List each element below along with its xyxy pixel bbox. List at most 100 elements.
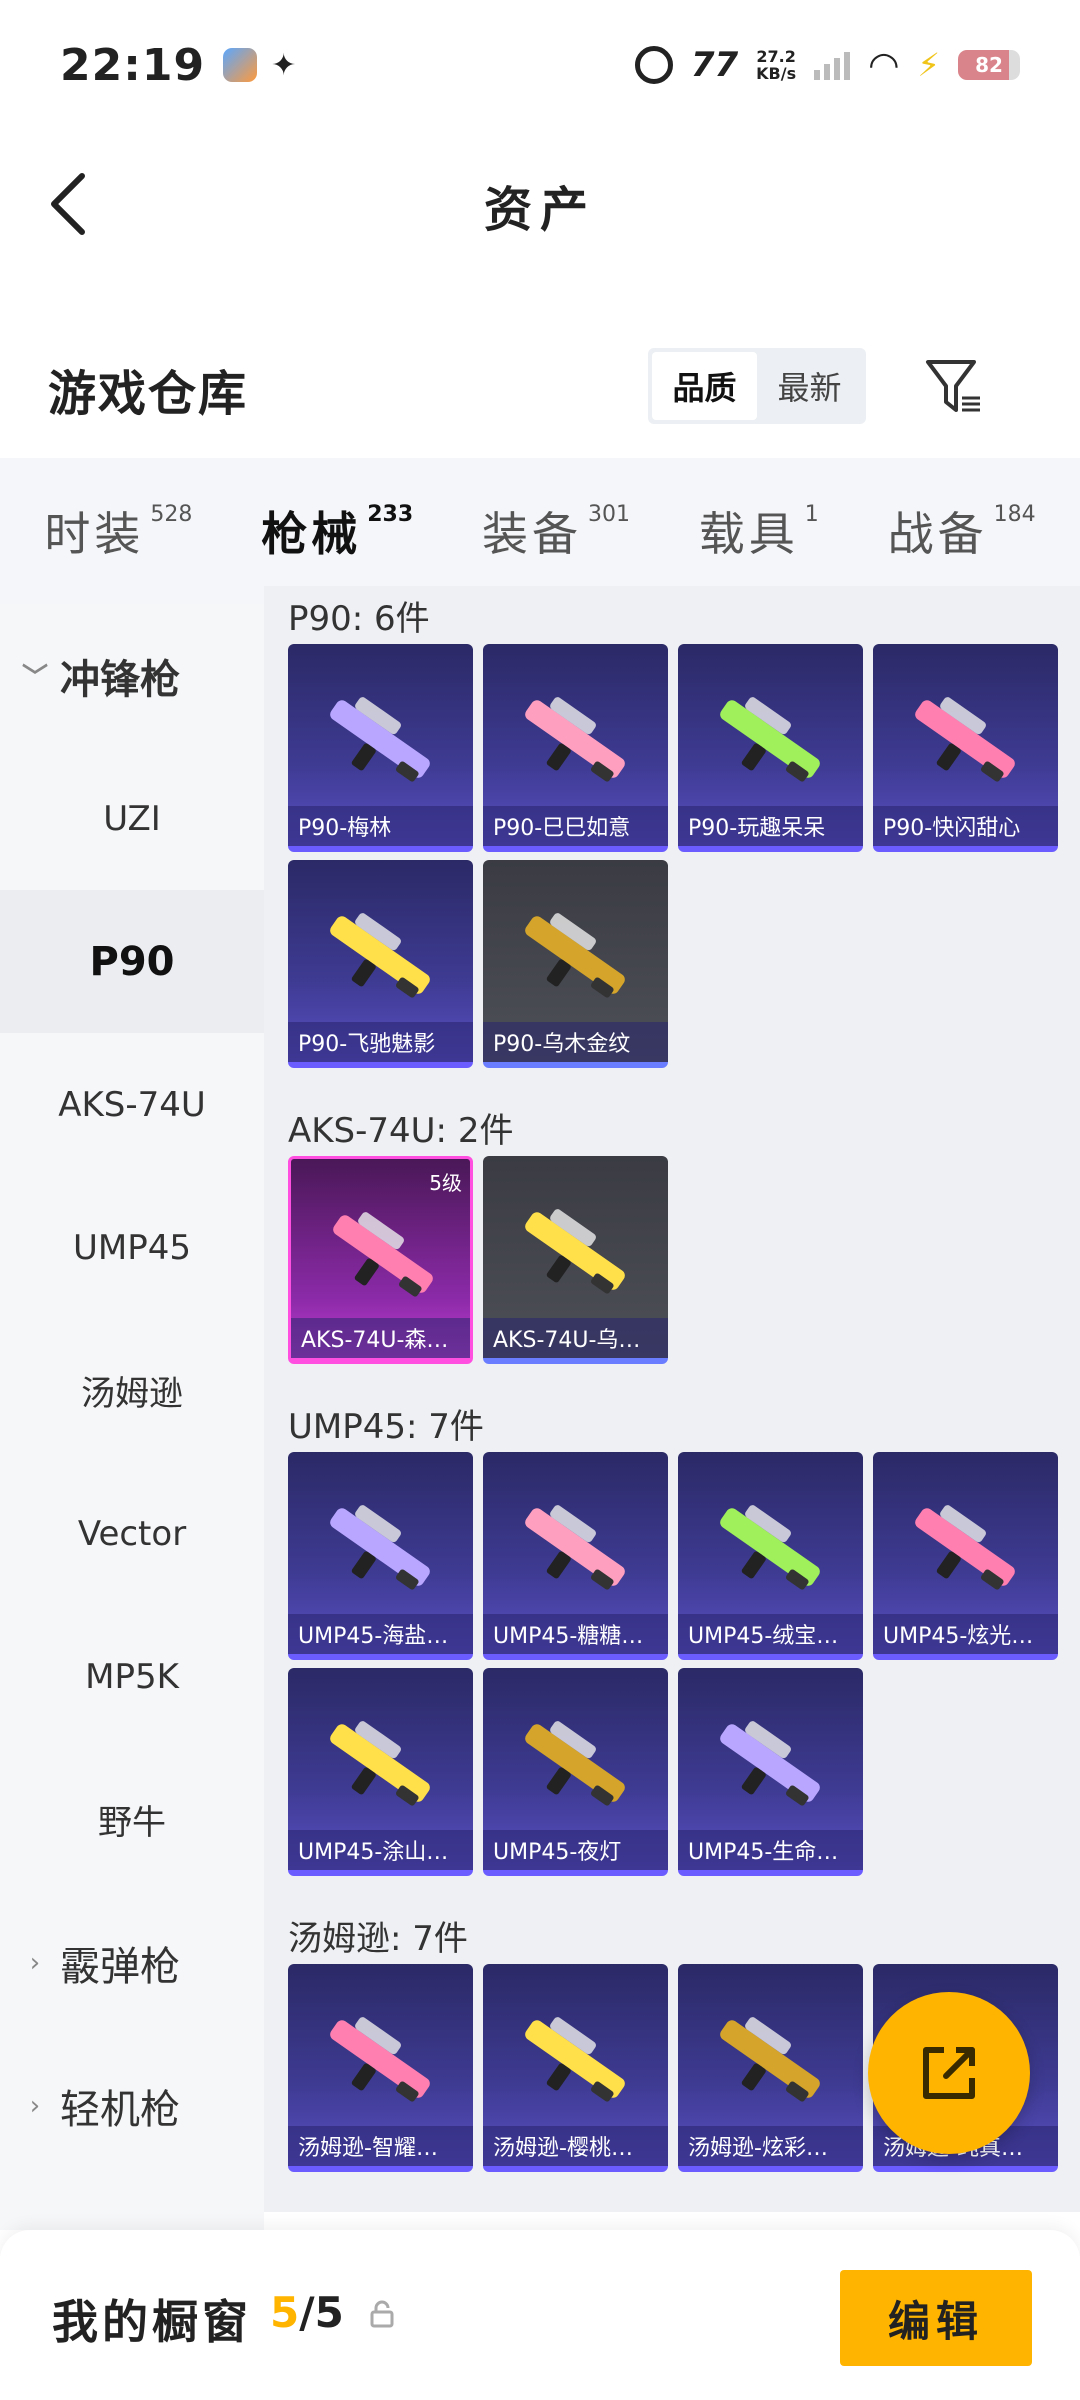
skin-card[interactable]: P90-巳巳如意: [483, 644, 668, 852]
skin-name: AKS-74U-森…: [291, 1318, 470, 1358]
tab-count: 1: [804, 502, 819, 527]
skin-card[interactable]: 汤姆逊-炫彩…: [678, 1964, 863, 2172]
tab-supplies[interactable]: 战备 184: [888, 498, 1036, 564]
external-link-icon: [923, 2047, 975, 2099]
skin-name: P90-巳巳如意: [483, 806, 668, 846]
gun-skin-icon: [720, 1721, 820, 1806]
speed-unit: KB/s: [756, 64, 797, 83]
skin-name: 汤姆逊-樱桃…: [483, 2126, 668, 2166]
sidebar-item-mp5k[interactable]: MP5K: [0, 1605, 264, 1748]
skin-card[interactable]: P90-梅林: [288, 644, 473, 852]
gun-skin-icon: [720, 1505, 820, 1590]
sidebar-group-label: 冲锋枪: [60, 656, 180, 703]
status-bar: 22:19 ✦ 77 27.2 KB/s ◠ ⚡ 82: [0, 0, 1080, 130]
skin-name: UMP45-绒宝…: [678, 1614, 863, 1654]
skin-card[interactable]: UMP45-夜灯: [483, 1668, 668, 1876]
wifi-icon: ◠: [868, 44, 900, 86]
gun-skin-icon: [915, 1505, 1015, 1590]
sort-toggle: 品质 最新: [648, 348, 866, 424]
tab-count: 528: [150, 502, 193, 527]
tab-count: 233: [367, 502, 414, 527]
page-title: 资产: [483, 182, 596, 238]
skin-card[interactable]: UMP45-糖糖…: [483, 1452, 668, 1660]
skin-name: UMP45-涂山…: [288, 1830, 473, 1870]
sidebar-group-lmg[interactable]: › 轻机枪: [0, 2034, 264, 2177]
skin-card[interactable]: UMP45-炫光…: [873, 1452, 1058, 1660]
tab-vehicles[interactable]: 载具 1: [699, 498, 819, 564]
tab-count: 301: [587, 502, 630, 527]
sidebar-item-vector[interactable]: Vector: [0, 1462, 264, 1605]
gun-skin-icon: [330, 697, 430, 782]
skin-card[interactable]: 汤姆逊-樱桃…: [483, 1964, 668, 2172]
gun-skin-icon: [525, 913, 625, 998]
skin-card[interactable]: P90-飞驰魅影: [288, 860, 473, 1068]
tab-equipment[interactable]: 装备 301: [482, 498, 630, 564]
skin-card[interactable]: 汤姆逊-智耀…: [288, 1964, 473, 2172]
tab-fashion[interactable]: 时装 528: [44, 498, 192, 564]
sidebar-item-uzi[interactable]: UZI: [0, 747, 264, 890]
skin-name: P90-梅林: [288, 806, 473, 846]
skin-card[interactable]: P90-快闪甜心: [873, 644, 1058, 852]
page-header: 资产: [0, 130, 1080, 280]
sidebar-item-p90[interactable]: P90: [0, 890, 264, 1033]
showcase-count: 5/5: [270, 2288, 344, 2337]
sidebar-item-aks74u[interactable]: AKS-74U: [0, 1033, 264, 1176]
skin-name: UMP45-炫光…: [873, 1614, 1058, 1654]
skin-card[interactable]: P90-玩趣呆呆: [678, 644, 863, 852]
signal-icon: [814, 50, 851, 80]
sidebar-item-thompson[interactable]: 汤姆逊: [0, 1319, 264, 1462]
category-tabs: 时装 528 枪械 233 装备 301 载具 1 战备 184: [0, 458, 1080, 604]
skin-card[interactable]: UMP45-绒宝…: [678, 1452, 863, 1660]
battery-icon: 82: [958, 50, 1020, 80]
skin-card[interactable]: UMP45-海盐…: [288, 1452, 473, 1660]
skin-name: P90-快闪甜心: [873, 806, 1058, 846]
skin-name: UMP45-夜灯: [483, 1830, 668, 1870]
filter-icon[interactable]: [924, 356, 984, 416]
sort-quality-option[interactable]: 品质: [652, 352, 757, 420]
gun-skin-icon: [525, 1209, 625, 1294]
sidebar-item-ump45[interactable]: UMP45: [0, 1176, 264, 1319]
skin-name: UMP45-海盐…: [288, 1614, 473, 1654]
level-badge: 5级: [429, 1171, 462, 1195]
gun-skin-icon: [525, 1505, 625, 1590]
sidebar-group-shotgun[interactable]: › 霰弹枪: [0, 1891, 264, 2034]
sidebar-group-label: 轻机枪: [60, 2086, 180, 2133]
gun-skin-icon: [330, 1721, 430, 1806]
tab-label: 装备: [481, 507, 582, 561]
edit-button[interactable]: 编辑: [840, 2270, 1032, 2366]
skin-name: P90-玩趣呆呆: [678, 806, 863, 846]
skin-grid: P90-梅林 P90-巳巳如意 P90-玩趣呆呆 P90-快闪甜心 P90-飞驰魅影 P9…: [264, 644, 1080, 1068]
gun-skin-icon: [525, 697, 625, 782]
tab-count: 184: [993, 502, 1036, 527]
skin-card[interactable]: AKS-74U-乌…: [483, 1156, 668, 1364]
status-time: 22:19: [60, 39, 206, 91]
skin-card[interactable]: UMP45-涂山…: [288, 1668, 473, 1876]
skin-grid-panel[interactable]: P90: 6件 P90-梅林 P90-巳巳如意 P90-玩趣呆呆 P90-快闪甜心 P90…: [264, 586, 1080, 2212]
tab-label: 时装: [44, 507, 145, 561]
skin-card[interactable]: 5级 AKS-74U-森…: [288, 1156, 473, 1364]
gun-skin-icon: [330, 2017, 430, 2102]
showcase-count-current: 5: [270, 2288, 300, 2337]
gun-skin-icon: [720, 2017, 820, 2102]
network-speed: 27.2 KB/s: [756, 48, 796, 82]
skin-name: UMP45-糖糖…: [483, 1614, 668, 1654]
skin-grid: 5级 AKS-74U-森… AKS-74U-乌…: [264, 1156, 1080, 1364]
skin-name: P90-飞驰魅影: [288, 1022, 473, 1062]
sidebar-group-smg[interactable]: ﹀ 冲锋枪: [0, 604, 264, 747]
gun-skin-icon: [915, 697, 1015, 782]
tab-label: 战备: [887, 507, 988, 561]
tab-guns[interactable]: 枪械 233: [261, 498, 414, 598]
skin-name: AKS-74U-乌…: [483, 1318, 668, 1358]
gun-skin-icon: [330, 1505, 430, 1590]
warehouse-title: 游戏仓库: [48, 366, 249, 422]
skin-name: UMP45-生命…: [678, 1830, 863, 1870]
sort-newest-option[interactable]: 最新: [757, 352, 862, 420]
sidebar-item-bizon[interactable]: 野牛: [0, 1748, 264, 1891]
weapon-type-sidebar: ﹀ 冲锋枪 UZI P90 AKS-74U UMP45 汤姆逊 Vector M…: [0, 604, 264, 2230]
skin-card[interactable]: UMP45-生命…: [678, 1668, 863, 1876]
share-button[interactable]: [868, 1992, 1030, 2154]
back-arrow-icon[interactable]: [48, 172, 88, 236]
section-title: P90: 6件: [288, 598, 430, 639]
skin-card[interactable]: P90-乌木金纹: [483, 860, 668, 1068]
gun-skin-icon: [720, 697, 820, 782]
